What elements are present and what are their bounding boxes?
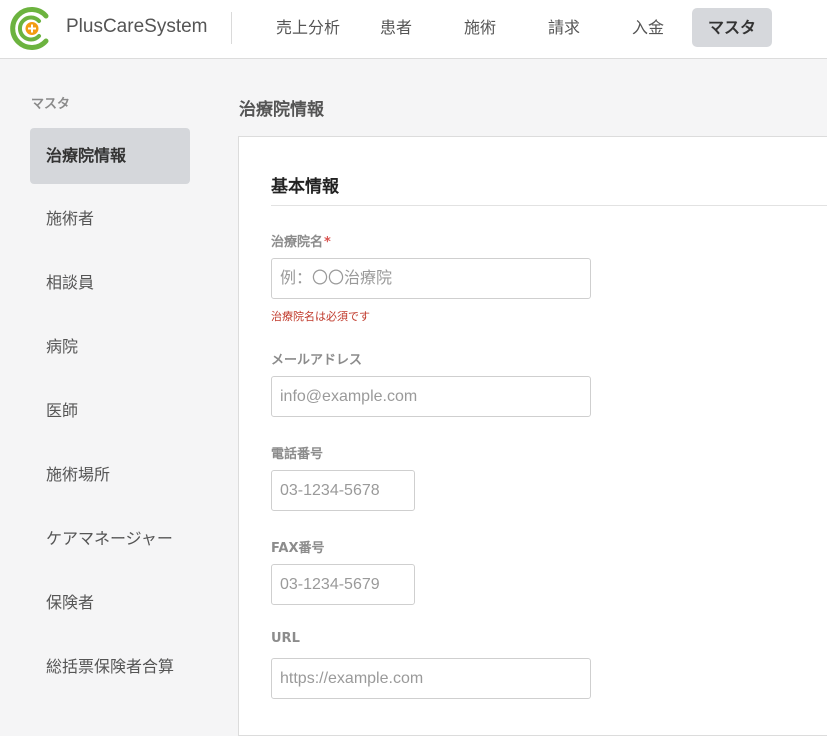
sidebar-item-treatment-locations[interactable]: 施術場所 <box>30 447 190 503</box>
sidebar-item-care-managers[interactable]: ケアマネージャー <box>30 511 190 567</box>
sidebar-item-clinic-info[interactable]: 治療院情報 <box>30 128 190 184</box>
section-divider <box>271 205 827 206</box>
page-title: 治療院情報 <box>239 100 324 120</box>
sidebar-item-counselors[interactable]: 相談員 <box>30 255 190 311</box>
sidebar-item-summary-insurer-total[interactable]: 総括票保険者合算 <box>30 639 190 695</box>
nav-treatments[interactable]: 施術 <box>444 8 516 47</box>
phone-label: 電話番号 <box>271 447 324 462</box>
section-title: 基本情報 <box>271 177 339 197</box>
header-divider <box>231 12 232 44</box>
sidebar-item-hospitals[interactable]: 病院 <box>30 319 190 375</box>
clinic-name-input[interactable] <box>271 258 591 299</box>
email-input[interactable] <box>271 376 591 417</box>
fax-label: FAX番号 <box>271 541 325 556</box>
top-header: PlusCareSystem 売上分析 患者 施術 請求 入金 マスタ <box>0 0 827 59</box>
nav-billing[interactable]: 請求 <box>528 8 600 47</box>
plus-care-logo-icon[interactable] <box>8 6 53 51</box>
nav-sales-analysis[interactable]: 売上分析 <box>262 8 354 47</box>
nav-patients[interactable]: 患者 <box>360 8 432 47</box>
sidebar-item-doctors[interactable]: 医師 <box>30 383 190 439</box>
clinic-name-label-text: 治療院名 <box>271 235 324 250</box>
required-mark: * <box>324 235 331 250</box>
sidebar-title: マスタ <box>31 97 71 112</box>
phone-input[interactable] <box>271 470 415 511</box>
clinic-name-error: 治療院名は必須です <box>271 310 370 323</box>
clinic-name-label: 治療院名* <box>271 231 331 250</box>
fax-input[interactable] <box>271 564 415 605</box>
form-card <box>238 136 827 736</box>
email-label: メールアドレス <box>271 353 363 368</box>
nav-master[interactable]: マスタ <box>692 8 772 47</box>
brand-name[interactable]: PlusCareSystem <box>66 16 208 38</box>
url-label: URL <box>271 631 300 646</box>
nav-payments[interactable]: 入金 <box>612 8 684 47</box>
sidebar-item-practitioners[interactable]: 施術者 <box>30 191 190 247</box>
sidebar-item-insurers[interactable]: 保険者 <box>30 575 190 631</box>
url-input[interactable] <box>271 658 591 699</box>
